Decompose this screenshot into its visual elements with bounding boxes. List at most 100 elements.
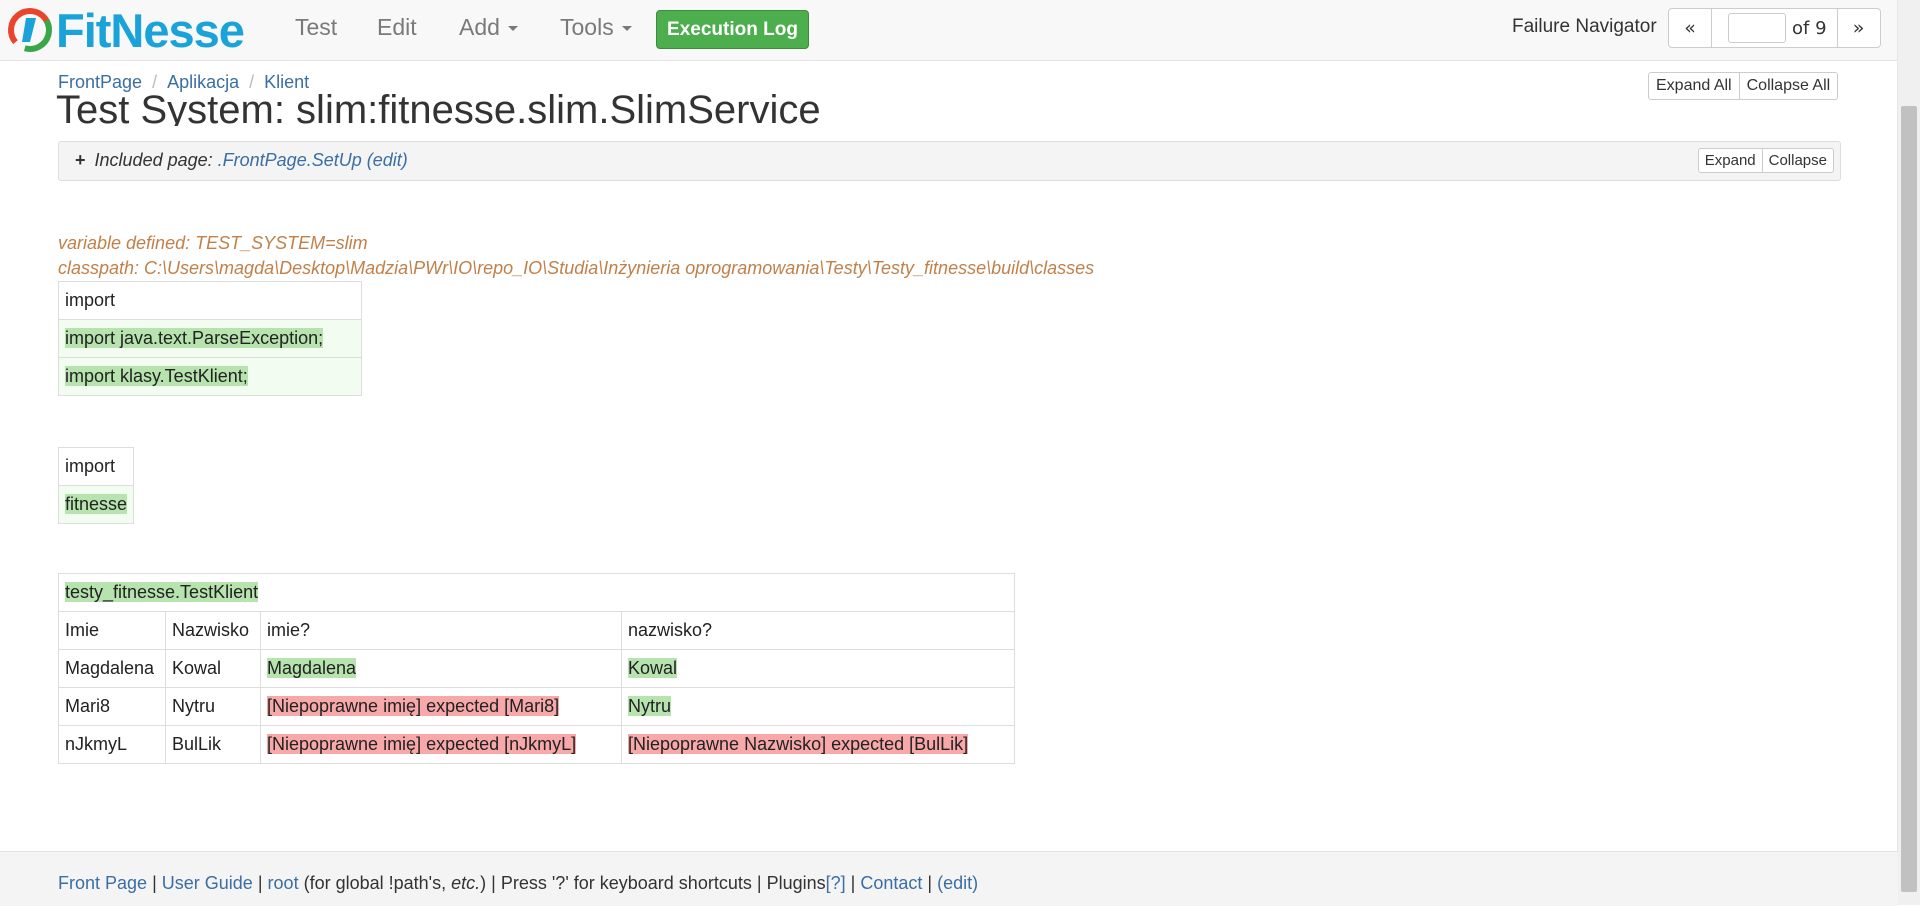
classpath-text: classpath: C:\Users\magda\Desktop\Madzia…	[58, 258, 1095, 278]
table-cell: BulLik	[165, 725, 261, 764]
failure-page-input[interactable]	[1728, 13, 1786, 43]
footer-root-note-text: (for global !path's,	[303, 873, 447, 893]
table-cell: Kowal	[165, 649, 261, 688]
import-table-1: import import java.text.ParseException; …	[58, 281, 362, 396]
table-cell: Magdalena	[58, 649, 166, 688]
pass-cell-text: Magdalena	[267, 658, 357, 678]
pass-cell-text: Nytru	[628, 696, 672, 716]
pass-cell-text: fitnesse	[65, 494, 128, 514]
footer-links: Front Page | User Guide | root (for glob…	[58, 873, 978, 894]
footer-front-page-link[interactable]: Front Page	[58, 873, 147, 893]
included-page-edit-link[interactable]: (edit)	[367, 150, 408, 170]
column-header: Nazwisko	[165, 611, 261, 650]
table-row: import java.text.ParseException;	[58, 319, 362, 358]
expand-all-button[interactable]: Expand All	[1648, 72, 1740, 100]
failure-page-count: of 9	[1792, 17, 1827, 39]
collapse-button[interactable]: Collapse	[1762, 148, 1834, 173]
vertical-scrollbar[interactable]	[1897, 0, 1920, 905]
failure-prev-button[interactable]: «	[1669, 9, 1711, 47]
breadcrumb-klient[interactable]: Klient	[264, 72, 309, 92]
pass-cell-text: import java.text.ParseException;	[65, 328, 324, 348]
table-cell: Mari8	[58, 687, 166, 726]
footer-edit-link[interactable]: (edit)	[937, 873, 978, 893]
column-header: imie?	[260, 611, 622, 650]
fail-cell-text: [Niepoprawne imię] expected [Mari8]	[267, 696, 560, 716]
plus-icon: +	[75, 150, 86, 170]
table-row: fitnesse	[57, 485, 135, 524]
nav-add[interactable]: Add	[459, 14, 518, 41]
fixture-name: testy_fitnesse.TestKlient	[65, 582, 259, 602]
nav-test[interactable]: Test	[295, 14, 337, 41]
import-table-2: import fitnesse	[57, 447, 135, 524]
table-cell: fitnesse	[57, 485, 135, 524]
footer-root-link[interactable]: root	[268, 873, 299, 893]
chevron-down-icon	[507, 26, 518, 32]
table-cell: [Niepoprawne imię] expected [Mari8]	[260, 687, 622, 726]
failure-next-button[interactable]: »	[1838, 9, 1880, 47]
footer-plugins-text: Plugins	[766, 873, 826, 893]
nav-edit[interactable]: Edit	[377, 14, 417, 41]
table-row: Mari8 Nytru [Niepoprawne imię] expected …	[58, 687, 1015, 726]
table-cell: Nytru	[621, 687, 1015, 726]
table-row: import	[58, 281, 362, 320]
footer-contact-link[interactable]: Contact	[860, 873, 922, 893]
table-cell: nJkmyL	[58, 725, 166, 764]
table-cell: import klasy.TestKlient;	[58, 357, 362, 396]
expand-button[interactable]: Expand	[1697, 148, 1763, 173]
footer-root-note-close: )	[480, 873, 487, 893]
table-row: nJkmyL BulLik [Niepoprawne imię] expecte…	[58, 725, 1015, 764]
included-page-setup: + Included page: .FrontPage.SetUp (edit)…	[58, 141, 1841, 181]
footer-etc: etc.	[451, 873, 481, 893]
scrollbar-thumb[interactable]	[1901, 106, 1917, 892]
column-header: Imie	[58, 611, 166, 650]
fail-cell-text: [Niepoprawne Nazwisko] expected [BulLik]	[628, 734, 969, 754]
chevron-down-icon	[621, 26, 632, 32]
included-page-prefix: Included page:	[94, 150, 213, 170]
footer-separator: |	[927, 873, 933, 893]
footer-user-guide-link[interactable]: User Guide	[162, 873, 253, 893]
footer-root-note: (for global !path's, etc.)	[304, 873, 487, 893]
logo-text: FitNesse	[56, 3, 245, 57]
table-cell: [Niepoprawne Nazwisko] expected [BulLik]	[621, 725, 1015, 764]
included-page-link[interactable]: .FrontPage.SetUp	[218, 150, 362, 170]
fail-cell-text: [Niepoprawne imię] expected [nJkmyL]	[267, 734, 577, 754]
failure-navigator: « of 9 »	[1668, 8, 1881, 48]
pass-cell-text: import klasy.TestKlient;	[65, 366, 248, 386]
table-cell: Magdalena	[260, 649, 622, 688]
table-header-cell: import	[57, 447, 135, 486]
top-navbar: FitNesse Test Edit Add Tools Execution L…	[0, 0, 1898, 61]
breadcrumb-separator: /	[152, 72, 158, 92]
column-header: nazwisko?	[621, 611, 1015, 650]
table-cell: import java.text.ParseException;	[58, 319, 362, 358]
failure-navigator-label: Failure Navigator	[1512, 16, 1657, 37]
nav-tools-label: Tools	[560, 14, 614, 40]
breadcrumb-separator: /	[249, 72, 255, 92]
breadcrumb-frontpage[interactable]: FrontPage	[58, 72, 142, 92]
expand-collapse-all-group: Expand All Collapse All	[1648, 72, 1839, 100]
collapse-all-button[interactable]: Collapse All	[1739, 72, 1839, 100]
included-page-header[interactable]: + Included page: .FrontPage.SetUp (edit)	[75, 150, 408, 171]
failure-page-group: of 9	[1711, 9, 1838, 47]
pass-cell-text: Kowal	[628, 658, 678, 678]
decision-table: testy_fitnesse.TestKlient Imie Nazwisko …	[58, 573, 1015, 764]
nav-tools[interactable]: Tools	[560, 14, 632, 41]
table-cell: Kowal	[621, 649, 1015, 688]
footer-plugins-help-link[interactable]: [?]	[826, 873, 846, 893]
included-expand-collapse-group: Expand Collapse	[1697, 148, 1834, 173]
table-cell: Nytru	[165, 687, 261, 726]
table-row: Magdalena Kowal Magdalena Kowal	[58, 649, 1015, 688]
table-row: import klasy.TestKlient;	[58, 357, 362, 396]
fitnesse-logo[interactable]: FitNesse	[6, 3, 245, 57]
breadcrumb-aplikacja[interactable]: Aplikacja	[167, 72, 239, 92]
footer-separator: |	[152, 873, 157, 893]
execution-log-button[interactable]: Execution Log	[656, 10, 809, 49]
footer-separator: |	[491, 873, 496, 893]
footer-separator: |	[850, 873, 856, 893]
table-row: testy_fitnesse.TestKlient	[58, 573, 1015, 612]
fixture-cell: testy_fitnesse.TestKlient	[58, 573, 1015, 612]
table-row: Imie Nazwisko imie? nazwisko?	[58, 611, 1015, 650]
table-header-cell: import	[58, 281, 362, 320]
footer: Front Page | User Guide | root (for glob…	[0, 851, 1898, 906]
table-cell: [Niepoprawne imię] expected [nJkmyL]	[260, 725, 622, 764]
breadcrumb: FrontPage / Aplikacja / Klient	[58, 72, 309, 93]
